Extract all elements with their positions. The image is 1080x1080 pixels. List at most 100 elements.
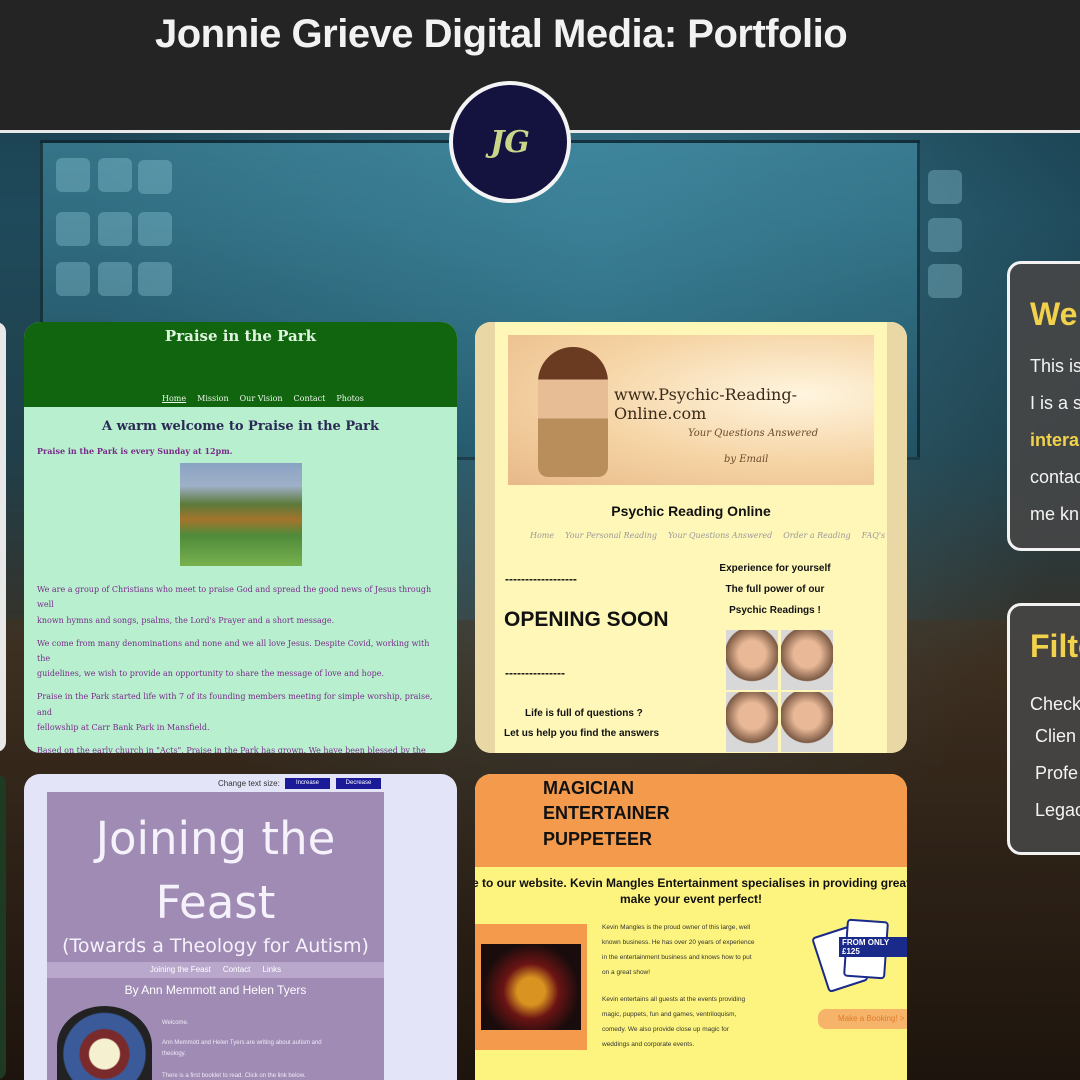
site-subtitle: (Towards a Theology for Autism): [62, 935, 369, 957]
nav-questions-answered[interactable]: Your Questions Answered: [668, 531, 772, 540]
body-text: magic, puppets, fun and games, ventriloq…: [602, 1011, 737, 1018]
body-text: Kevin entertains all guests at the event…: [602, 996, 746, 1003]
banner-subtitle: Your Questions Answered: [688, 428, 819, 439]
page-title: Jonnie Grieve Digital Media: Portfolio: [155, 12, 848, 56]
portfolio-card-joining-the-feast[interactable]: Change text size: Increase Decrease Join…: [24, 774, 457, 1080]
welcome-text: e to our website. Kevin Mangles Entertai…: [475, 876, 907, 890]
promo-text: Experience for yourself: [719, 563, 831, 574]
header-line: ENTERTAINER: [543, 803, 670, 823]
paragraph: guidelines, we wish to provide an opport…: [37, 669, 385, 679]
welcome-heading: A warm welcome to Praise in the Park: [101, 419, 380, 434]
background-desktop-icon: [928, 264, 962, 298]
nav-photos[interactable]: Photos: [336, 394, 364, 403]
nav-order-reading[interactable]: Order a Reading: [783, 531, 850, 540]
increase-text-button[interactable]: Increase: [285, 778, 330, 789]
decorative-border: [475, 322, 495, 753]
body-text: on a great show!: [602, 969, 651, 976]
background-desktop-icon: [98, 212, 132, 246]
park-photo: [179, 463, 302, 567]
background-desktop-icon: [138, 160, 172, 194]
background-desktop-icon: [928, 170, 962, 204]
filter-option-legacy[interactable]: Legac: [1035, 800, 1080, 821]
nav-home[interactable]: Home: [162, 394, 186, 403]
paragraph: fellowship at Carr Bank Park in Mansfiel…: [37, 722, 210, 732]
tagline: Life is full of questions ?: [525, 708, 643, 719]
body-text: comedy. We also provide close up magic f…: [602, 1026, 729, 1033]
nav-faqs[interactable]: FAQ's: [862, 531, 886, 540]
site-logo[interactable]: JG: [449, 81, 571, 203]
promo-text: Psychic Readings !: [729, 605, 821, 616]
header-line: MAGICIAN: [543, 778, 634, 798]
site-header-green: Praise in the Park Home Mission Our Visi…: [24, 322, 457, 407]
portfolio-card-psychic-reading[interactable]: www.Psychic-Reading-Online.com Your Ques…: [475, 322, 907, 753]
banner-subtitle: by Email: [724, 454, 769, 465]
nav-mission[interactable]: Mission: [197, 394, 229, 403]
panel-text: me kn: [1030, 504, 1080, 524]
reader-photo: [781, 692, 833, 752]
stage-frame: [475, 924, 587, 1050]
portfolio-card-kevin-mangles[interactable]: MAGICIAN ENTERTAINER PUPPETEER e to our …: [475, 774, 907, 1080]
portfolio-card-praise-in-the-park[interactable]: Praise in the Park Home Mission Our Visi…: [24, 322, 457, 753]
background-desktop-icon: [56, 212, 90, 246]
make-booking-button[interactable]: Make a Booking! >: [818, 1009, 907, 1029]
filter-panel: Filte Check Clien Profe Legac: [1007, 603, 1080, 855]
promo-text: The full power of our: [725, 584, 825, 595]
site-title: Psychic Reading Online: [611, 503, 771, 519]
panel-text: This is: [1030, 356, 1080, 376]
nav-home[interactable]: Home: [530, 531, 554, 540]
background-desktop-icon: [138, 262, 172, 296]
site-title: Joining the: [95, 812, 336, 865]
portfolio-card-partial[interactable]: [0, 322, 6, 752]
paragraph: Based on the early church in "Acts", Pra…: [37, 745, 426, 753]
site-nav: Home Your Personal Reading Your Question…: [530, 531, 885, 540]
site-content: Joining the Feast (Towards a Theology fo…: [47, 792, 384, 1080]
panel-text: I is a se: [1030, 393, 1080, 413]
nav-personal-reading[interactable]: Your Personal Reading: [565, 531, 657, 540]
body-text: There is a first booklet to read. Click …: [162, 1073, 306, 1079]
panel-text: Check: [1030, 694, 1080, 714]
panel-link[interactable]: intera: [1030, 430, 1079, 451]
mangles-stage-image: [481, 944, 581, 1030]
decrease-text-button[interactable]: Decrease: [336, 778, 381, 789]
paragraph: known hymns and songs, psalms, the Lord'…: [37, 615, 335, 625]
reader-photo: [781, 630, 833, 690]
nav-our-vision[interactable]: Our Vision: [240, 394, 283, 403]
paragraph: We come from many denominations and none…: [37, 638, 430, 663]
site-title: Feast: [155, 876, 276, 929]
nav-joining-the-feast[interactable]: Joining the Feast: [150, 962, 211, 978]
background-desktop-icon: [98, 262, 132, 296]
tagline: Let us help you find the answers: [504, 728, 660, 739]
divider-dashes: ------------------: [505, 572, 577, 586]
body-text: Kevin Mangles is the proud owner of this…: [602, 924, 751, 931]
background-desktop-icon: [56, 262, 90, 296]
reader-photo: [726, 630, 778, 690]
body-text: in the entertainment business and knows …: [602, 954, 752, 961]
filter-option-client[interactable]: Clien: [1035, 726, 1076, 747]
background-desktop-icon: [56, 158, 90, 192]
divider-dashes: ---------------: [505, 666, 565, 680]
opening-soon-text: OPENING SOON: [504, 608, 669, 631]
page-background: Jonnie Grieve Digital Media: Portfolio J…: [0, 0, 1080, 1080]
welcome-text: make your event perfect!: [619, 892, 763, 906]
body-text: weddings and corporate events.: [602, 1041, 695, 1048]
price-value: £125: [842, 947, 860, 956]
portfolio-card-partial[interactable]: [0, 774, 6, 1080]
body-text: Ann Memmott and Helen Tyers are writing …: [162, 1040, 322, 1046]
panel-heading: We: [1030, 296, 1078, 332]
nav-contact[interactable]: Contact: [294, 394, 326, 403]
nav-links[interactable]: Links: [262, 962, 281, 978]
text-size-label: Change text size:: [218, 779, 280, 788]
banner-url: www.Psychic-Reading-Online.com: [614, 385, 797, 423]
site-nav: Joining the Feast Contact Links: [47, 962, 384, 978]
body-text: theology.: [162, 1051, 186, 1057]
decorative-border: [887, 322, 907, 753]
authors: By Ann Memmott and Helen Tyers: [124, 983, 307, 997]
price-badge: FROM ONLY £125: [839, 937, 907, 957]
logo-monogram: JG: [490, 124, 530, 160]
nav-contact[interactable]: Contact: [223, 962, 251, 978]
banner-woman-image: [538, 347, 608, 477]
meeting-time: Praise in the Park is every Sunday at 12…: [37, 446, 233, 456]
site-header-orange: MAGICIAN ENTERTAINER PUPPETEER: [475, 774, 907, 867]
panel-text: contac: [1030, 467, 1080, 487]
filter-option-professional[interactable]: Profe: [1035, 763, 1078, 784]
